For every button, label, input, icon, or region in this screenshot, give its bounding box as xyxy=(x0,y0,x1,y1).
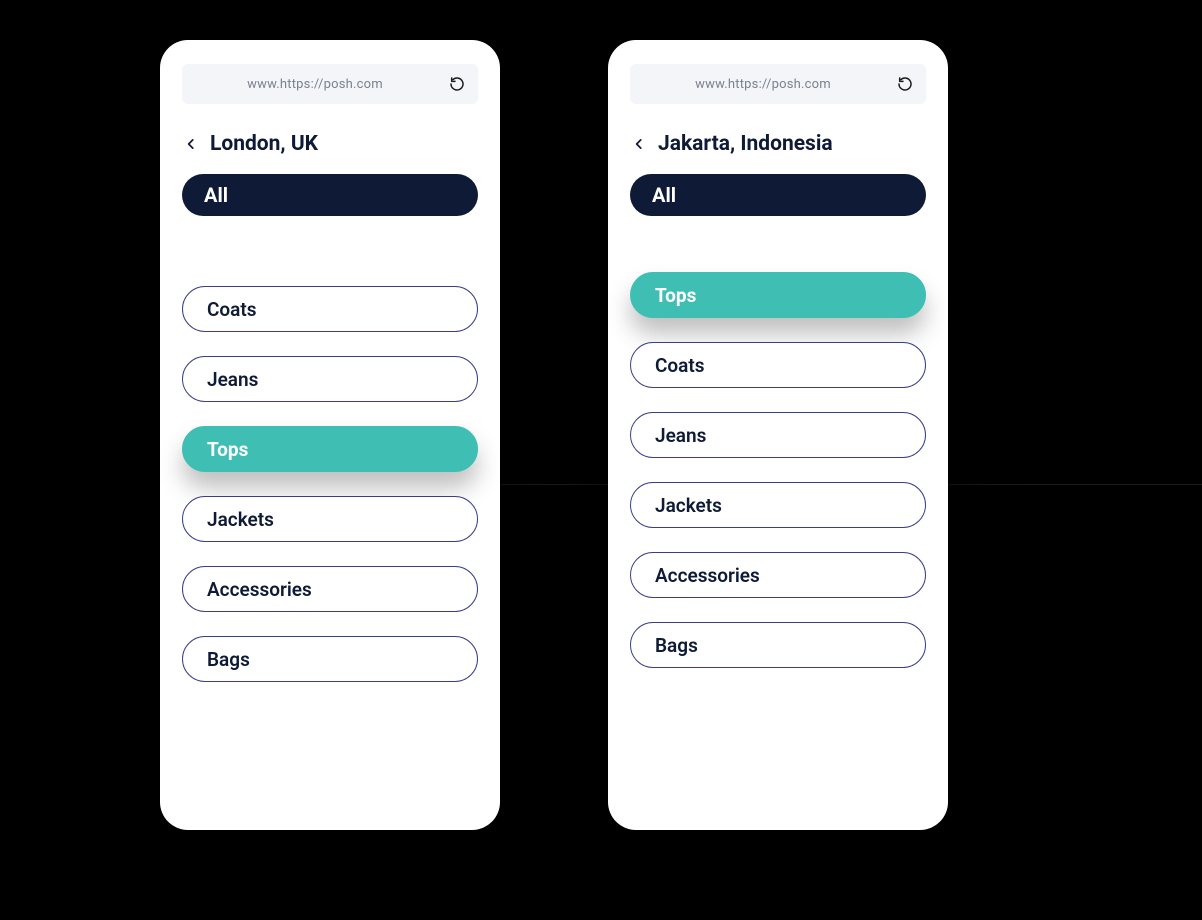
urlbar[interactable]: www.https://posh.com xyxy=(630,64,926,104)
title-row: Jakarta, Indonesia xyxy=(630,132,926,156)
title-row: London, UK xyxy=(182,132,478,156)
category-label: Jeans xyxy=(655,424,706,447)
category-bags[interactable]: Bags xyxy=(630,622,926,668)
category-label: Accessories xyxy=(207,578,312,601)
reload-icon[interactable] xyxy=(448,75,466,93)
page-title: London, UK xyxy=(210,132,318,156)
category-label: Tops xyxy=(655,284,696,307)
connector-line-between xyxy=(500,484,608,485)
category-tops[interactable]: Tops xyxy=(630,272,926,318)
category-accessories[interactable]: Accessories xyxy=(182,566,478,612)
urlbar-text: www.https://posh.com xyxy=(182,77,448,92)
reload-icon[interactable] xyxy=(896,75,914,93)
category-jackets[interactable]: Jackets xyxy=(182,496,478,542)
category-jeans[interactable]: Jeans xyxy=(182,356,478,402)
category-label: Tops xyxy=(207,438,248,461)
category-label: Bags xyxy=(655,634,698,657)
category-label: Coats xyxy=(207,298,257,321)
all-filter-pill[interactable]: All xyxy=(182,174,478,216)
category-label: Coats xyxy=(655,354,705,377)
urlbar-text: www.https://posh.com xyxy=(630,77,896,92)
chevron-left-icon[interactable] xyxy=(630,135,648,153)
all-filter-label: All xyxy=(204,183,228,207)
category-label: Jackets xyxy=(207,508,274,531)
category-list-left: Coats Jeans Tops Jackets Accessories Bag… xyxy=(182,286,478,682)
category-jackets[interactable]: Jackets xyxy=(630,482,926,528)
phone-right: www.https://posh.com Jakarta, Indonesia … xyxy=(608,40,948,830)
category-list-right: Tops Coats Jeans Jackets Accessories Bag… xyxy=(630,272,926,668)
phone-left: www.https://posh.com London, UK All Coat… xyxy=(160,40,500,830)
category-label: Jackets xyxy=(655,494,722,517)
page-title: Jakarta, Indonesia xyxy=(658,132,833,156)
category-bags[interactable]: Bags xyxy=(182,636,478,682)
category-jeans[interactable]: Jeans xyxy=(630,412,926,458)
category-label: Accessories xyxy=(655,564,760,587)
category-coats[interactable]: Coats xyxy=(630,342,926,388)
all-filter-label: All xyxy=(652,183,676,207)
chevron-left-icon[interactable] xyxy=(182,135,200,153)
connector-line-right xyxy=(948,484,1202,485)
category-coats[interactable]: Coats xyxy=(182,286,478,332)
category-tops[interactable]: Tops xyxy=(182,426,478,472)
category-label: Bags xyxy=(207,648,250,671)
category-accessories[interactable]: Accessories xyxy=(630,552,926,598)
all-filter-pill[interactable]: All xyxy=(630,174,926,216)
urlbar[interactable]: www.https://posh.com xyxy=(182,64,478,104)
category-label: Jeans xyxy=(207,368,258,391)
